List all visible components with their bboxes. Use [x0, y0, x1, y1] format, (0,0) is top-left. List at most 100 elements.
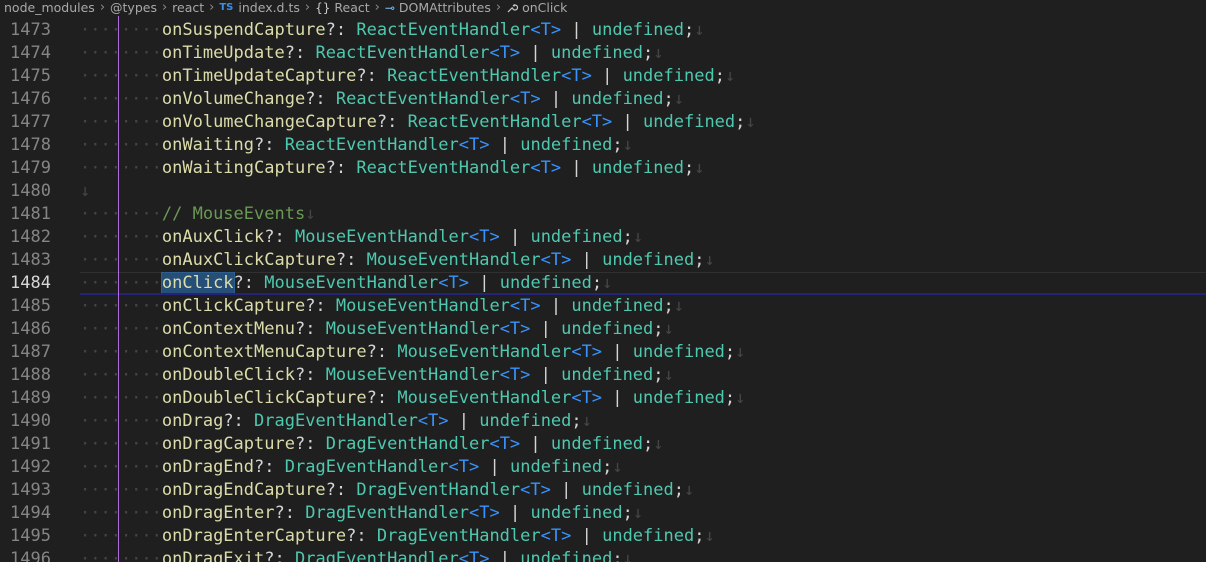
code-content[interactable]: ········onContextMenu?: MouseEventHandle…	[80, 318, 674, 341]
union-operator: |	[530, 434, 541, 454]
code-line[interactable]: 1487 ········onContextMenuCapture?: Mouse…	[0, 341, 1206, 364]
union-operator: |	[499, 135, 510, 155]
code-line[interactable]: 1490 ········onDrag?: DragEventHandler<T>…	[0, 410, 1206, 433]
code-line[interactable]: 1489 ········onDoubleClickCapture?: Mouse…	[0, 387, 1206, 410]
type-name: DragEventHandler	[294, 549, 459, 562]
code-content[interactable]: ········onAuxClick?: MouseEventHandler<T…	[80, 226, 643, 249]
union-operator: |	[561, 480, 572, 500]
line-number[interactable]: 1485	[0, 295, 51, 318]
line-number[interactable]: 1487	[0, 341, 51, 364]
eol-marker: ↓	[581, 411, 592, 431]
line-number[interactable]: 1492	[0, 456, 51, 479]
code-line[interactable]: 1492 ········onDragEnd?: DragEventHandler…	[0, 456, 1206, 479]
code-line[interactable]: 1475 ········onTimeUpdateCapture?: ReactE…	[0, 65, 1206, 88]
code-content[interactable]: ········onDragEnterCapture?: DragEventHa…	[80, 525, 715, 548]
code-line[interactable]: 1486 ········onContextMenu?: MouseEventHa…	[0, 318, 1206, 341]
code-content[interactable]: ········onDragEnter?: DragEventHandler<T…	[80, 502, 643, 525]
code-content[interactable]: ········onContextMenuCapture?: MouseEven…	[80, 341, 745, 364]
code-line[interactable]: 1493 ········onDragEndCapture?: DragEvent…	[0, 479, 1206, 502]
code-content[interactable]: ········onVolumeChange?: ReactEventHandl…	[80, 88, 684, 111]
code-content[interactable]: ········onSuspendCapture?: ReactEventHan…	[80, 19, 704, 42]
union-operator: |	[530, 43, 541, 63]
code-line[interactable]: 1481 ········// MouseEvents↓	[0, 203, 1206, 226]
line-number[interactable]: 1477	[0, 111, 51, 134]
code-editor[interactable]: 1473 ········onSuspendCapture?: ReactEven…	[0, 16, 1206, 562]
code-content[interactable]: ········onTimeUpdateCapture?: ReactEvent…	[80, 65, 735, 88]
line-number[interactable]: 1494	[0, 502, 51, 525]
code-line[interactable]: 1494 ········onDragEnter?: DragEventHandl…	[0, 502, 1206, 525]
line-number[interactable]: 1473	[0, 19, 51, 42]
code-content[interactable]: ········onClickCapture?: MouseEventHandl…	[80, 295, 684, 318]
breadcrumb-item-domattributes[interactable]: ⊸ DOMAttributes	[385, 0, 491, 16]
breadcrumb-item-onclick[interactable]: onClick	[506, 0, 567, 16]
code-content[interactable]: ········// MouseEvents↓	[80, 203, 315, 226]
line-number[interactable]: 1483	[0, 249, 51, 272]
code-line[interactable]: 1495 ········onDragEnterCapture?: DragEve…	[0, 525, 1206, 548]
code-line[interactable]: 1479 ········onWaitingCapture?: ReactEven…	[0, 157, 1206, 180]
type-name: MouseEventHandler	[264, 273, 439, 293]
code-content[interactable]: ········onAuxClickCapture?: MouseEventHa…	[80, 249, 715, 272]
code-line[interactable]: 1483 ········onAuxClickCapture?: MouseEve…	[0, 249, 1206, 272]
code-line[interactable]: 1476 ········onVolumeChange?: ReactEventH…	[0, 88, 1206, 111]
line-number[interactable]: 1490	[0, 410, 51, 433]
breadcrumb-item-react-folder[interactable]: react	[172, 0, 204, 16]
code-line[interactable]: 1488 ········onDoubleClick?: MouseEventHa…	[0, 364, 1206, 387]
undefined-keyword: undefined	[622, 66, 715, 86]
breadcrumb-item-types[interactable]: @types	[110, 0, 157, 16]
code-content[interactable]: ········onDoubleClickCapture?: MouseEven…	[80, 387, 745, 410]
eol-marker: ↓	[622, 549, 633, 562]
line-number[interactable]: 1475	[0, 65, 51, 88]
code-content[interactable]: ········onVolumeChangeCapture?: ReactEve…	[80, 111, 756, 134]
code-line[interactable]: 1477 ········onVolumeChangeCapture?: Reac…	[0, 111, 1206, 134]
code-content[interactable]: ········onDrag?: DragEventHandler<T> | u…	[80, 410, 592, 433]
semicolon: ;	[643, 434, 654, 454]
generic-param: <T>	[468, 227, 500, 247]
code-content[interactable]: ········onDragCapture?: DragEventHandler…	[80, 433, 664, 456]
code-content[interactable]: ········onDragEndCapture?: DragEventHand…	[80, 479, 694, 502]
line-number[interactable]: 1493	[0, 479, 51, 502]
line-number[interactable]: 1478	[0, 134, 51, 157]
generic-param: <T>	[468, 503, 500, 523]
code-content[interactable]: ········onDragExit?: DragEventHandler<T>…	[80, 548, 633, 562]
code-line[interactable]: 1491 ········onDragCapture?: DragEventHan…	[0, 433, 1206, 456]
line-number[interactable]: 1481	[0, 203, 51, 226]
code-content[interactable]: ↓	[80, 180, 90, 203]
line-number[interactable]: 1488	[0, 364, 51, 387]
code-line[interactable]: 1478 ········onWaiting?: ReactEventHandle…	[0, 134, 1206, 157]
code-content[interactable]: ········onTimeUpdate?: ReactEventHandler…	[80, 42, 664, 65]
whitespace-dots: ········	[80, 158, 162, 178]
line-number[interactable]: 1482	[0, 226, 51, 249]
line-number[interactable]: 1486	[0, 318, 51, 341]
line-number[interactable]: 1474	[0, 42, 51, 65]
type-name: MouseEventHandler	[366, 250, 541, 270]
code-line[interactable]: 1482 ········onAuxClick?: MouseEventHandl…	[0, 226, 1206, 249]
code-line[interactable]: 1474 ········onTimeUpdate?: ReactEventHan…	[0, 42, 1206, 65]
line-number[interactable]: 1480	[0, 180, 51, 203]
breadcrumb-item-node-modules[interactable]: node_modules	[4, 0, 95, 16]
line-number[interactable]: 1495	[0, 525, 51, 548]
line-number[interactable]: 1489	[0, 387, 51, 410]
breadcrumb: node_modules › @types › react › TS index.…	[0, 0, 1206, 16]
code-line[interactable]: 1496 ········onDragExit?: DragEventHandle…	[0, 548, 1206, 562]
code-line[interactable]: 1473 ········onSuspendCapture?: ReactEven…	[0, 19, 1206, 42]
line-number[interactable]: 1496	[0, 548, 51, 562]
line-number[interactable]: 1484	[0, 272, 51, 295]
code-content[interactable]: ········onWaiting?: ReactEventHandler<T>…	[80, 134, 633, 157]
property-name: onContextMenuCapture	[161, 342, 367, 362]
code-line[interactable]: 1484 ········onClick?: MouseEventHandler<…	[0, 272, 1206, 295]
code-line[interactable]: 1485 ········onClickCapture?: MouseEventH…	[0, 295, 1206, 318]
code-content[interactable]: ········onWaitingCapture?: ReactEventHan…	[80, 157, 704, 180]
code-line[interactable]: 1480 ↓	[0, 180, 1206, 203]
code-content[interactable]: ········onDoubleClick?: MouseEventHandle…	[80, 364, 674, 387]
breadcrumb-item-react-namespace[interactable]: {} React	[315, 0, 370, 16]
optional-operator: ?:	[366, 388, 388, 408]
generic-param: <T>	[509, 296, 541, 316]
generic-param: <T>	[458, 549, 490, 562]
code-content[interactable]: ········onClick?: MouseEventHandler<T> |…	[80, 272, 612, 295]
code-content[interactable]: ········onDragEnd?: DragEventHandler<T> …	[80, 456, 623, 479]
breadcrumb-item-index-file[interactable]: TS index.d.ts	[219, 0, 300, 16]
line-number[interactable]: 1476	[0, 88, 51, 111]
undefined-keyword: undefined	[632, 342, 725, 362]
line-number[interactable]: 1479	[0, 157, 51, 180]
line-number[interactable]: 1491	[0, 433, 51, 456]
